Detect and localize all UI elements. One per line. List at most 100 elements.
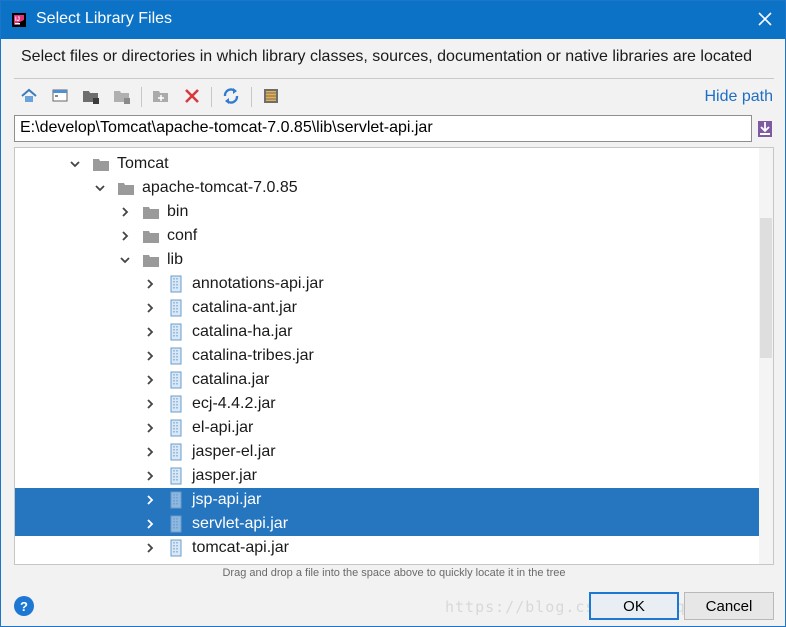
vertical-scrollbar[interactable] (759, 148, 773, 564)
scrollbar-thumb[interactable] (760, 218, 772, 358)
cancel-button[interactable]: Cancel (684, 592, 774, 620)
project-folder-button[interactable] (80, 85, 102, 107)
tree-row-jar[interactable]: tomcat-api.jar (15, 536, 760, 560)
refresh-button[interactable] (220, 85, 242, 107)
jar-file-icon (170, 395, 182, 413)
file-tree[interactable]: tomcat-api.jar servlet-api.jar jsp-api.jar… (14, 147, 774, 565)
show-hidden-icon (264, 89, 278, 103)
chevron-right-icon[interactable] (144, 446, 156, 458)
chevron-right-icon[interactable] (144, 278, 156, 290)
chevron-right-icon[interactable] (144, 350, 156, 362)
tree-row-folder[interactable]: conf (15, 224, 760, 248)
home-button[interactable] (18, 85, 40, 107)
jar-file-icon (170, 419, 182, 437)
folder-icon (143, 207, 159, 219)
jar-file-icon (170, 443, 182, 461)
tree-row-jar[interactable]: catalina.jar (15, 368, 760, 392)
delete-button[interactable] (181, 85, 203, 107)
tree-row-jar[interactable]: annotations-api.jar (15, 272, 760, 296)
tree-row-jar[interactable]: ecj-4.4.2.jar (15, 392, 760, 416)
expand-path-icon[interactable] (755, 117, 775, 139)
toolbar-separator (141, 87, 142, 107)
help-icon[interactable]: ? (14, 596, 34, 616)
chevron-down-icon[interactable] (94, 182, 106, 194)
module-folder-button[interactable] (111, 85, 133, 107)
tree-row-jar[interactable]: servlet-api.jar (15, 512, 760, 536)
tree-row-label: Tomcat (117, 155, 169, 172)
jar-file-icon (170, 323, 182, 341)
jar-file-icon (170, 467, 182, 485)
svg-text:IJ: IJ (15, 17, 20, 23)
tree-row-jar[interactable]: jsp-api.jar (15, 488, 760, 512)
folder-icon (93, 159, 109, 171)
new-folder-button[interactable] (150, 85, 172, 107)
tree-row-label: el-api.jar (192, 419, 254, 436)
chevron-right-icon[interactable] (144, 374, 156, 386)
chevron-right-icon[interactable] (144, 470, 156, 482)
chevron-down-icon[interactable] (69, 158, 81, 170)
new-folder-icon (153, 91, 168, 102)
tree-row-label: catalina.jar (192, 371, 270, 388)
folder-icon (143, 255, 159, 267)
tree-row-folder[interactable]: lib (15, 248, 760, 272)
tree-row-label: catalina-ha.jar (192, 323, 293, 340)
ok-button[interactable]: OK (589, 592, 679, 620)
chevron-right-icon[interactable] (144, 398, 156, 410)
select-library-files-dialog: IJ Select Library Files Select files or … (0, 0, 786, 627)
jar-file-icon (170, 299, 182, 317)
tree-row-folder[interactable]: apache-tomcat-7.0.85 (15, 176, 760, 200)
jar-file-icon (170, 491, 182, 509)
refresh-icon (223, 88, 239, 104)
chevron-right-icon[interactable] (119, 230, 131, 242)
tree-row-jar[interactable]: el-api.jar (15, 416, 760, 440)
path-field[interactable]: E:\develop\Tomcat\apache-tomcat-7.0.85\l… (14, 115, 752, 142)
chevron-right-icon[interactable] (144, 494, 156, 506)
chevron-right-icon[interactable] (144, 422, 156, 434)
tree-row-label: annotations-api.jar (192, 275, 324, 292)
tree-row-label: catalina-tribes.jar (192, 347, 314, 364)
chevron-right-icon[interactable] (144, 326, 156, 338)
tree-row-label: jasper.jar (192, 467, 257, 484)
tree-row-label: tomcat-api.jar (192, 539, 289, 556)
jar-file-icon (170, 275, 182, 293)
divider (14, 78, 774, 79)
chevron-right-icon[interactable] (144, 302, 156, 314)
title-bar: IJ Select Library Files (1, 1, 785, 39)
tree-row-label: conf (167, 227, 198, 244)
tree-row-label: catalina-ant.jar (192, 299, 297, 316)
tree-row-label: jsp-api.jar (192, 491, 262, 508)
tree-row-label: lib (167, 251, 184, 268)
folder-icon (143, 231, 159, 243)
toolbar-separator (251, 87, 252, 107)
tree-row-label: ecj-4.4.2.jar (192, 395, 276, 412)
chevron-right-icon[interactable] (119, 206, 131, 218)
module-folder-icon (114, 91, 130, 104)
delete-icon (185, 89, 199, 103)
dialog-description: Select files or directories in which lib… (21, 48, 752, 65)
tree-row-jar[interactable]: catalina-ant.jar (15, 296, 760, 320)
desktop-button[interactable] (49, 85, 71, 107)
intellij-app-icon: IJ (12, 13, 26, 27)
jar-file-icon (170, 539, 182, 557)
tree-row-label: jasper-el.jar (192, 443, 276, 460)
close-icon[interactable] (755, 9, 775, 29)
hide-path-link[interactable]: Hide path (705, 88, 774, 106)
chevron-right-icon[interactable] (144, 518, 156, 530)
tree-row-label: bin (167, 203, 189, 220)
tree-row-jar[interactable]: jasper-el.jar (15, 440, 760, 464)
drag-drop-hint: Drag and drop a file into the space abov… (222, 567, 566, 579)
show-hidden-button[interactable] (260, 85, 282, 107)
chevron-down-icon[interactable] (119, 254, 131, 266)
desktop-icon (52, 89, 68, 102)
chevron-right-icon[interactable] (144, 542, 156, 554)
tree-row-jar[interactable]: catalina-tribes.jar (15, 344, 760, 368)
home-icon (21, 88, 37, 102)
tree-row-jar[interactable]: catalina-ha.jar (15, 320, 760, 344)
project-folder-icon (83, 91, 99, 104)
tree-row-folder[interactable]: Tomcat (15, 152, 760, 176)
tree-row-folder[interactable]: bin (15, 200, 760, 224)
jar-file-icon (170, 347, 182, 365)
toolbar-separator (211, 87, 212, 107)
tree-row-jar[interactable]: jasper.jar (15, 464, 760, 488)
tree-row-label: servlet-api.jar (192, 515, 289, 532)
